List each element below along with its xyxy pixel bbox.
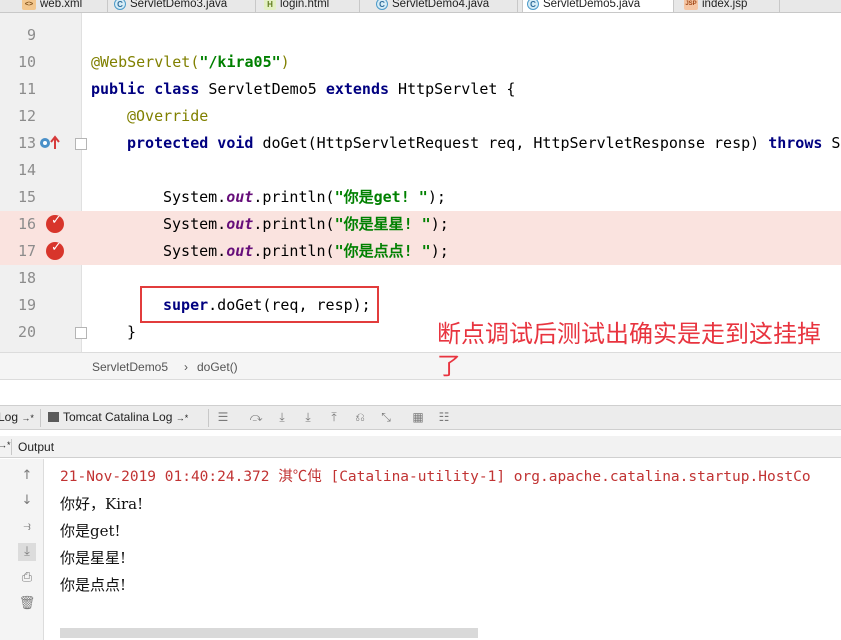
breadcrumb-separator-icon: › bbox=[184, 360, 188, 374]
console-line: 你是get! bbox=[60, 522, 121, 540]
tab-label: ServletDemo3.java bbox=[130, 0, 228, 10]
override-method-icon[interactable] bbox=[39, 134, 65, 152]
step-into-icon[interactable]: ⤓ bbox=[274, 409, 290, 425]
tab-servletdemo3[interactable]: C ServletDemo3.java bbox=[110, 0, 256, 12]
line-number: 11 bbox=[17, 80, 36, 98]
java-class-icon: C bbox=[376, 0, 388, 10]
breadcrumb-class[interactable]: ServletDemo5 bbox=[92, 360, 168, 374]
line-number: 18 bbox=[17, 269, 36, 287]
console-output[interactable]: 21-Nov-2019 01:40:24.372 淇℃伅 [Catalina-u… bbox=[45, 459, 841, 640]
pin-icon[interactable]: →* bbox=[0, 440, 11, 450]
line-number: 20 bbox=[17, 323, 36, 341]
force-step-into-icon[interactable]: ⤓ bbox=[300, 409, 316, 425]
console-line: 你好，Kira! bbox=[60, 495, 144, 513]
output-header: →* Output bbox=[0, 436, 841, 458]
tab-label: web.xml bbox=[40, 0, 83, 10]
console-line: 你是点点! bbox=[60, 576, 127, 594]
highlight-box bbox=[140, 286, 379, 323]
arrow-up-icon[interactable]: ↑ bbox=[18, 467, 36, 485]
tab-servletdemo4[interactable]: C ServletDemo4.java bbox=[372, 0, 518, 12]
code-line-15: System.out.println("你是get! "); bbox=[163, 188, 446, 206]
line-number: 19 bbox=[17, 296, 36, 314]
soft-wrap-icon[interactable]: ⥽ bbox=[18, 518, 36, 536]
annotation-note: 断点调试后测试出确实是走到这挂掉了 bbox=[437, 320, 821, 380]
breakpoint-icon[interactable] bbox=[46, 213, 64, 233]
breadcrumb-method[interactable]: doGet() bbox=[197, 360, 238, 374]
drop-frame-icon[interactable]: ⎌ bbox=[352, 409, 368, 425]
step-over-icon[interactable]: ⤼ bbox=[248, 409, 264, 425]
output-title: Output bbox=[18, 440, 55, 454]
tab-index-jsp[interactable]: JSP index.jsp bbox=[680, 0, 780, 12]
jsp-file-icon: JSP bbox=[684, 0, 698, 10]
line-number: 14 bbox=[17, 161, 36, 179]
line-number: 9 bbox=[26, 26, 36, 44]
code-line-13: protected void doGet(HttpServletRequest … bbox=[127, 134, 841, 152]
tab-label: login.html bbox=[280, 0, 330, 10]
line-number: 17 bbox=[17, 242, 36, 260]
editor-tab-bar: <> web.xml C ServletDemo3.java H login.h… bbox=[0, 0, 841, 13]
console-line: 21-Nov-2019 01:40:24.372 淇℃伅 [Catalina-u… bbox=[60, 469, 811, 485]
console-line: 你是星星! bbox=[60, 549, 127, 567]
divider bbox=[11, 439, 12, 455]
trash-icon[interactable]: 🗑 bbox=[18, 595, 36, 613]
tab-label: ServletDemo5.java bbox=[543, 0, 641, 10]
run-to-cursor-icon[interactable]: ⤡ bbox=[378, 409, 394, 425]
line-number: 12 bbox=[17, 107, 36, 125]
html-file-icon: H bbox=[264, 0, 276, 10]
tab-label: index.jsp bbox=[702, 0, 748, 10]
log-toolbar: Log →* Tomcat Catalina Log →* ☰ ⤼ ⤓ ⤓ ⤒ … bbox=[0, 405, 841, 430]
horizontal-scrollbar[interactable] bbox=[60, 628, 478, 638]
code-line-17: System.out.println("你是点点! "); bbox=[163, 242, 449, 260]
line-number: 13 bbox=[17, 134, 36, 152]
print-icon[interactable]: ⎙ bbox=[18, 569, 36, 587]
console-icon bbox=[48, 412, 59, 422]
evaluate-icon[interactable]: ▦ bbox=[410, 409, 426, 425]
tab-tomcat-catalina-log[interactable]: Tomcat Catalina Log →* bbox=[48, 410, 188, 424]
code-line-11: public class ServletDemo5 extends HttpSe… bbox=[91, 80, 516, 98]
fold-marker-icon[interactable] bbox=[75, 138, 87, 150]
java-class-icon: C bbox=[114, 0, 126, 10]
output-side-toolbar: ↑ ↓ ⥽ ⤓ ⎙ 🗑 bbox=[0, 459, 44, 640]
tab-log[interactable]: Log →* bbox=[0, 410, 34, 424]
divider bbox=[208, 409, 209, 427]
tab-login-html[interactable]: H login.html bbox=[260, 0, 360, 12]
step-out-icon[interactable]: ⤒ bbox=[326, 409, 342, 425]
code-line-16: System.out.println("你是星星! "); bbox=[163, 215, 449, 233]
line-number: 15 bbox=[17, 188, 36, 206]
code-line-12: @Override bbox=[127, 107, 209, 125]
menu-icon[interactable]: ☰ bbox=[215, 409, 231, 425]
code-line-10: @WebServlet("/kira05") bbox=[91, 53, 290, 71]
tab-servletdemo5[interactable]: C ServletDemo5.java bbox=[522, 0, 674, 12]
scroll-to-end-icon[interactable]: ⤓ bbox=[18, 543, 36, 561]
tab-label: ServletDemo4.java bbox=[392, 0, 490, 10]
code-line-20: } bbox=[127, 323, 137, 341]
arrow-down-icon[interactable]: ↓ bbox=[18, 492, 36, 510]
xml-file-icon: <> bbox=[22, 0, 36, 10]
java-class-icon: C bbox=[527, 0, 539, 10]
fold-marker-icon[interactable] bbox=[75, 327, 87, 339]
line-number: 16 bbox=[17, 215, 36, 233]
trace-icon[interactable]: ☷ bbox=[436, 409, 452, 425]
breakpoint-icon[interactable] bbox=[46, 240, 64, 260]
line-number: 10 bbox=[17, 53, 36, 71]
tab-web-xml[interactable]: <> web.xml bbox=[18, 0, 108, 12]
divider bbox=[40, 409, 41, 427]
